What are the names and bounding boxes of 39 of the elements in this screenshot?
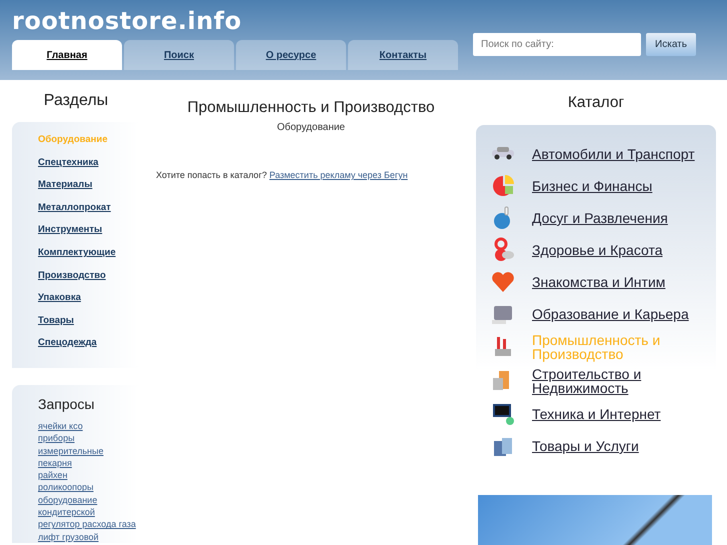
nav-tab[interactable]: Главная (12, 40, 122, 70)
query-link[interactable]: регулятор расхода газа (38, 518, 138, 531)
catalog-link[interactable]: Досуг и Развлечения (532, 211, 668, 225)
sections-heading: Разделы (42, 92, 110, 110)
section-link[interactable]: Производство (38, 270, 106, 281)
page-heading: Промышленность и Производство (186, 99, 436, 117)
section-link[interactable]: Спецодежда (38, 337, 97, 348)
section-link[interactable]: Инструменты (38, 224, 102, 236)
section-link[interactable]: Спецтехника (38, 156, 98, 168)
catalog-link[interactable]: Товары и Услуги (532, 439, 639, 453)
section-link[interactable]: Комплектующие (38, 246, 116, 258)
search-button[interactable]: Искать (646, 33, 696, 56)
catalog-link[interactable]: Здоровье и Красота (532, 243, 663, 257)
section-link[interactable]: Материалы (38, 179, 92, 190)
monitor-icon (490, 401, 516, 427)
pie-chart-icon (490, 173, 516, 199)
query-link[interactable]: пекарня (38, 456, 138, 470)
search-field[interactable]: Поиск по сайту: (473, 33, 641, 56)
catalog-link[interactable]: Образование и Карьера (532, 307, 689, 321)
section-link[interactable]: Упаковка (38, 292, 81, 304)
catalog-link[interactable]: Знакомства и Интим (532, 275, 666, 289)
catalog-link[interactable]: Техника и Интернет (532, 407, 661, 421)
catalog-heading: Каталог (566, 94, 626, 112)
page-subheading: Оборудование (276, 122, 346, 133)
advertise-link[interactable]: Разместить рекламу через Бегун (269, 170, 408, 180)
section-link[interactable]: Товары (38, 314, 74, 326)
nav-tab[interactable]: Контакты (348, 40, 458, 70)
nav-tab[interactable]: О ресурсе (236, 40, 346, 70)
query-link[interactable]: роликоопоры (38, 481, 138, 494)
catalog-link[interactable]: Автомобили и Транспорт (532, 147, 695, 161)
nav-tab[interactable]: Поиск (124, 40, 234, 70)
catalog-prompt: Хотите попасть в каталог? (156, 170, 267, 180)
section-link[interactable]: Металлопрокат (38, 202, 111, 213)
query-link[interactable]: райхен (38, 469, 138, 482)
catalog-link[interactable]: Бизнес и Финансы (532, 179, 652, 193)
queries-heading: Запросы (38, 396, 96, 412)
query-link[interactable]: лифт грузовой (38, 530, 138, 543)
query-link[interactable]: ячейки ксо (38, 420, 138, 432)
catalog-link[interactable]: Строительство и Недвижимость (532, 367, 708, 395)
